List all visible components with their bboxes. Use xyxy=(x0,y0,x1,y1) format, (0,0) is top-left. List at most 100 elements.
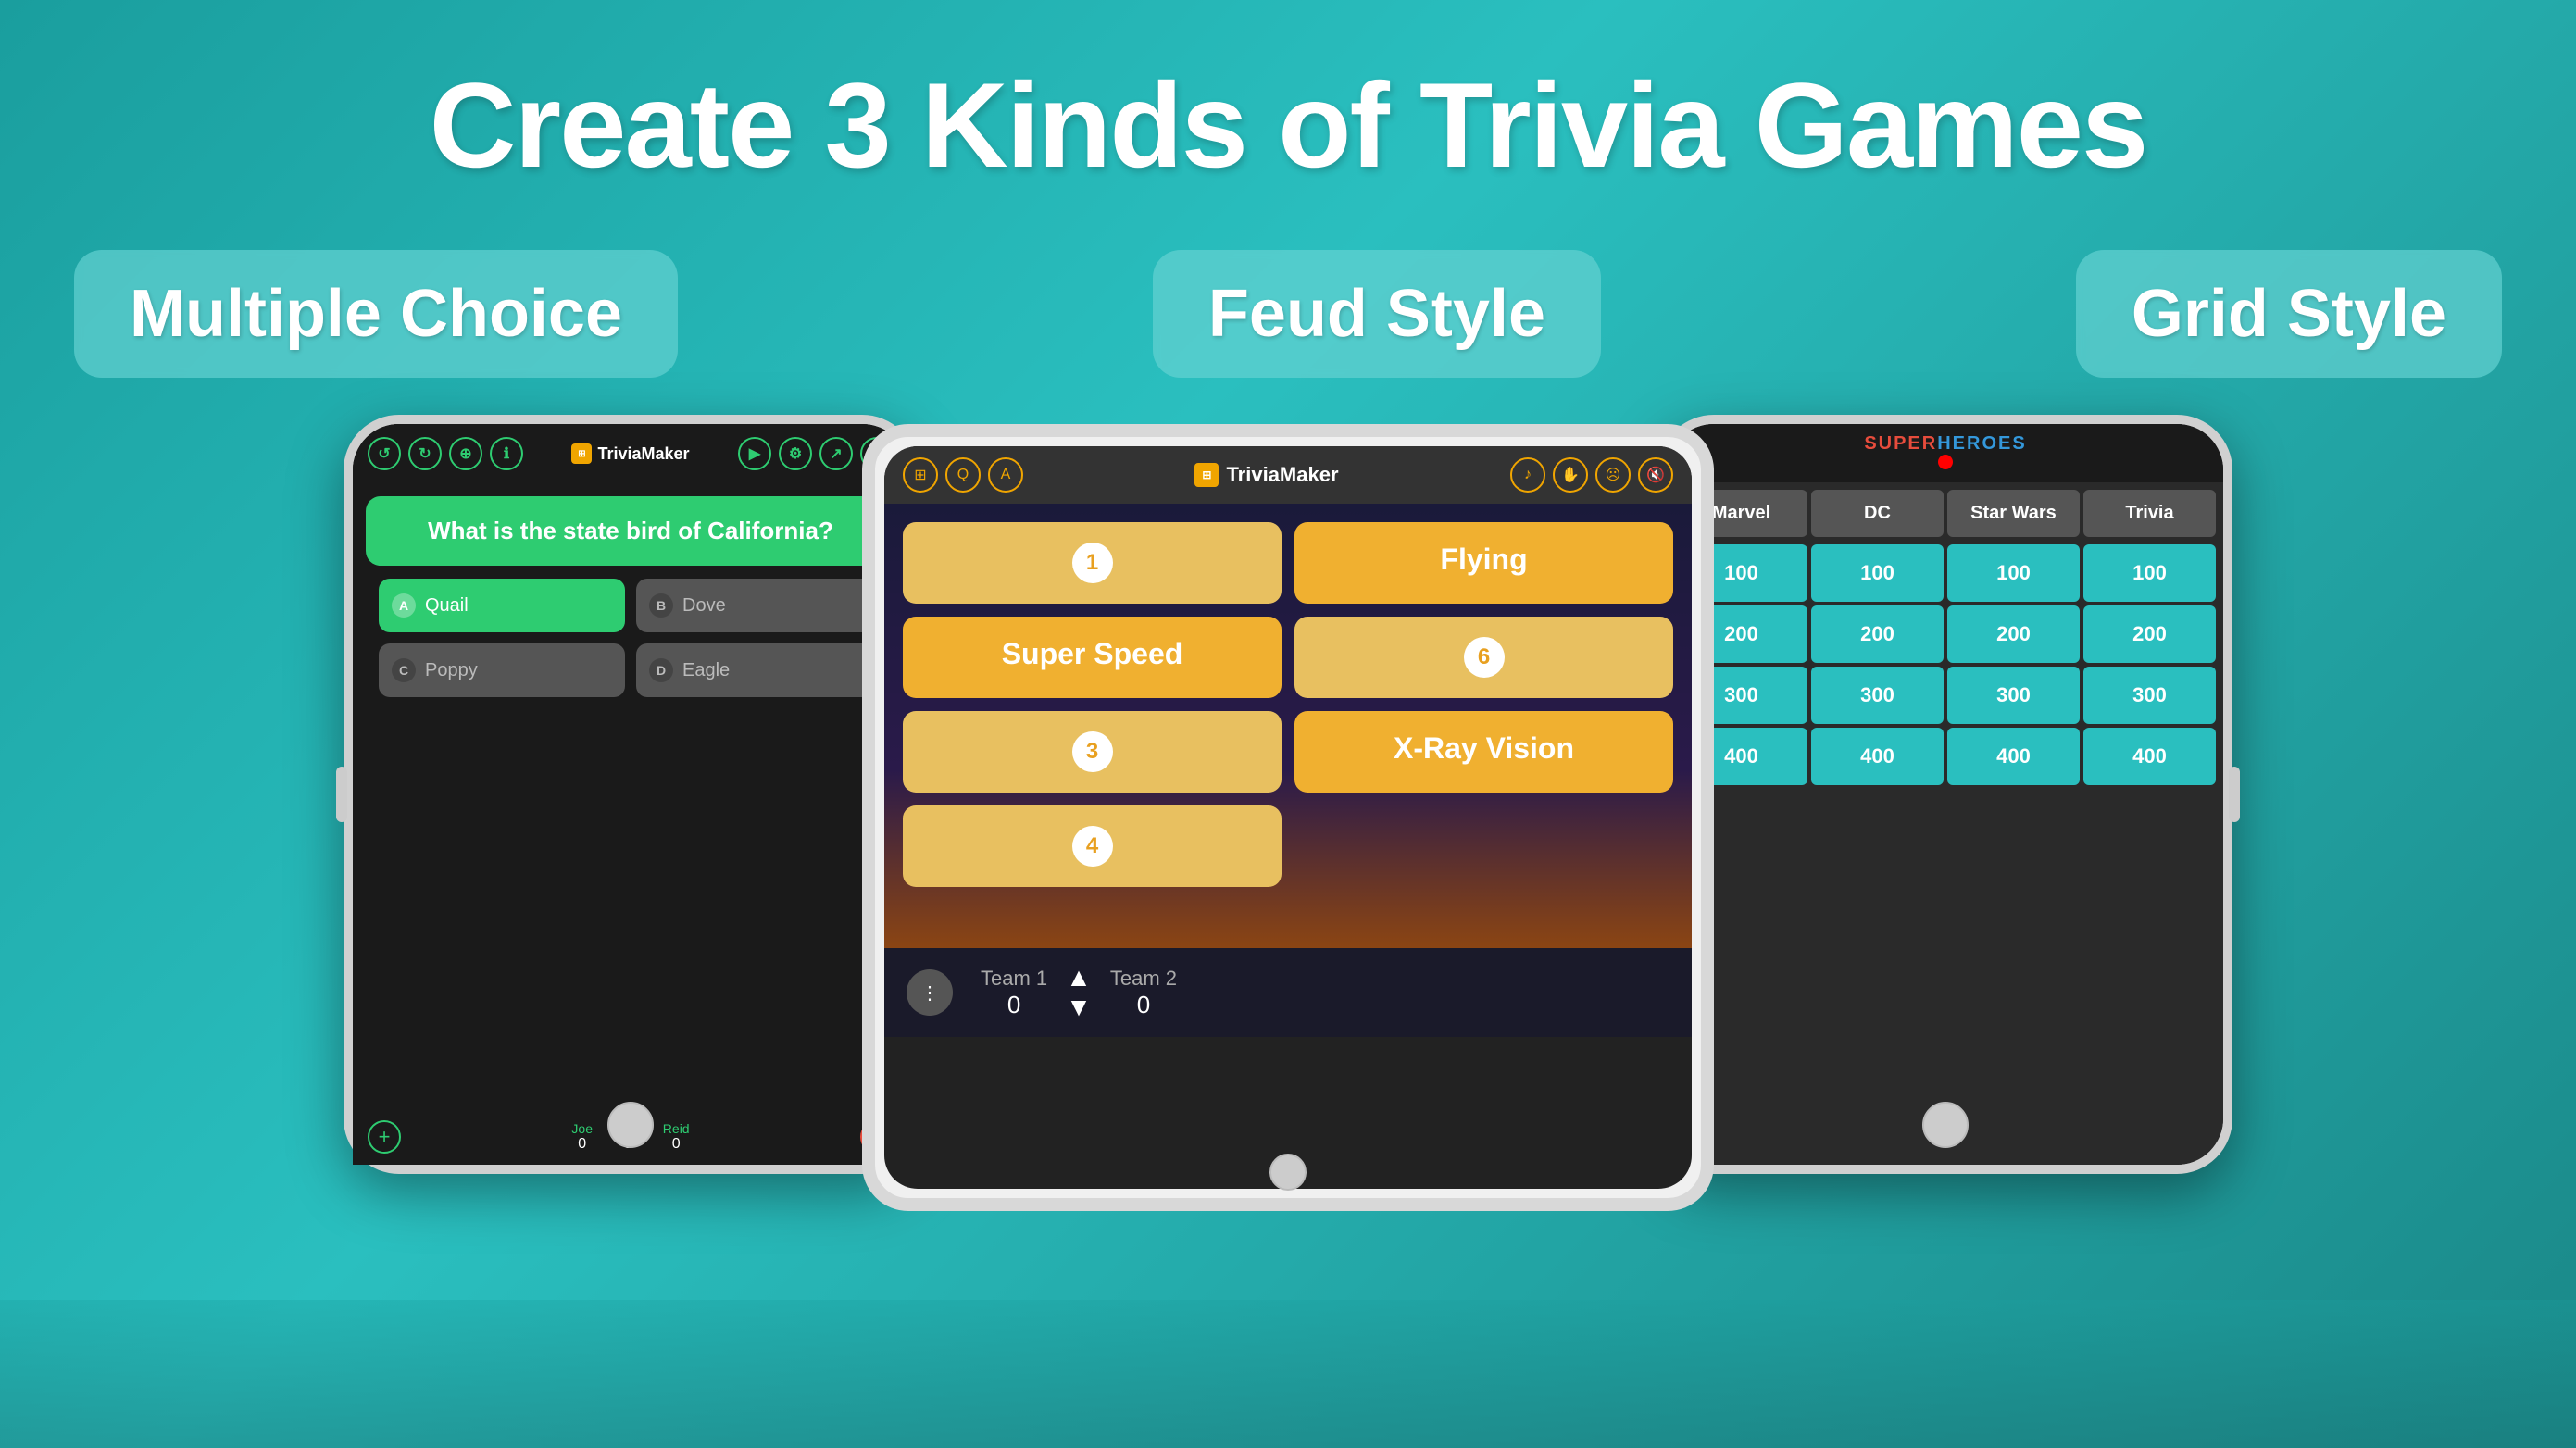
player-joe-score: 0 xyxy=(571,1136,593,1153)
logo-dot xyxy=(1938,455,1953,469)
feud-number-6: 6 xyxy=(1464,637,1505,678)
icon-wifi[interactable]: ⊕ xyxy=(449,437,482,470)
feud-score-block: Team 1 0 ▲▼ Team 2 0 xyxy=(981,963,1177,1022)
cell-2-2[interactable]: 200 xyxy=(1811,605,1944,663)
cell-1-3[interactable]: 100 xyxy=(1947,544,2080,602)
answer-a-letter: A xyxy=(392,593,416,618)
team2-score: 0 xyxy=(1110,991,1177,1019)
feud-cell-2-right[interactable]: 6 xyxy=(1294,617,1673,698)
feud-icon-grid[interactable]: ⊞ xyxy=(903,457,938,493)
grid-topbar: SUPERHEROES xyxy=(1668,424,2223,482)
feud-row-1: 1 Flying xyxy=(903,522,1673,604)
feud-cell-2-left[interactable]: Super Speed xyxy=(903,617,1282,698)
feud-answer-superspeed: Super Speed xyxy=(1002,637,1183,670)
team1-score: 0 xyxy=(981,991,1047,1019)
feud-cell-1-right[interactable]: Flying xyxy=(1294,522,1673,604)
logo-icon: ⊞ xyxy=(571,443,592,464)
team1-label: Team 1 xyxy=(981,967,1047,991)
answer-c-letter: C xyxy=(392,658,416,682)
feud-icons-right: ♪ ✋ ☹ 🔇 xyxy=(1510,457,1673,493)
reflection-overlay xyxy=(0,1300,2576,1448)
answer-c[interactable]: C Poppy xyxy=(379,643,625,697)
answer-a-text: Quail xyxy=(425,595,469,617)
grid-style-badge: Grid Style xyxy=(2076,250,2502,378)
player-reid-name: Reid xyxy=(663,1121,690,1136)
feud-icon-hand[interactable]: ✋ xyxy=(1553,457,1588,493)
left-phone-topbar: ↺ ↻ ⊕ ℹ ⊞ TriviaMaker ▶ ⚙ ↗ ✕ xyxy=(353,424,908,483)
feud-icon-music[interactable]: ♪ xyxy=(1510,457,1545,493)
feud-icons-left: ⊞ Q A xyxy=(903,457,1023,493)
feud-icon-sad[interactable]: ☹ xyxy=(1595,457,1631,493)
tablet-home-button[interactable] xyxy=(1269,1154,1307,1191)
cell-1-4[interactable]: 100 xyxy=(2083,544,2216,602)
feud-icon-mute[interactable]: 🔇 xyxy=(1638,457,1673,493)
cell-4-3[interactable]: 400 xyxy=(1947,728,2080,785)
feud-score-area: ⋮ Team 1 0 ▲▼ Team 2 0 xyxy=(884,948,1692,1037)
logo-red-text: SUPER xyxy=(1864,433,1937,454)
feud-cell-3-right[interactable]: X-Ray Vision xyxy=(1294,711,1673,793)
feud-number-3: 3 xyxy=(1072,731,1113,772)
player-reid: Reid 0 xyxy=(663,1121,690,1153)
feud-team1: Team 1 0 xyxy=(981,967,1047,1019)
cell-2-4[interactable]: 200 xyxy=(2083,605,2216,663)
grid-column-headers: Marvel DC Star Wars Trivia xyxy=(1675,490,2216,537)
icon-info[interactable]: ℹ xyxy=(490,437,523,470)
grid-row-2: 200 200 200 200 xyxy=(1675,605,2216,663)
cell-2-3[interactable]: 200 xyxy=(1947,605,2080,663)
cell-4-2[interactable]: 400 xyxy=(1811,728,1944,785)
right-phone-screen: SUPERHEROES Marvel DC Star Wars Trivia 1… xyxy=(1668,424,2223,1165)
icon-share[interactable]: ↗ xyxy=(819,437,853,470)
cell-3-2[interactable]: 300 xyxy=(1811,667,1944,724)
icon-redo[interactable]: ↻ xyxy=(408,437,442,470)
trivia-maker-logo-left: ⊞ TriviaMaker xyxy=(571,443,689,464)
grid-row-4: 400 400 400 400 xyxy=(1675,728,2216,785)
answer-c-text: Poppy xyxy=(425,660,478,681)
icon-play[interactable]: ▶ xyxy=(738,437,771,470)
answer-b-letter: B xyxy=(649,593,673,618)
volume-button xyxy=(336,767,347,822)
col-header-trivia: Trivia xyxy=(2083,490,2216,537)
feud-row-4: 4 xyxy=(903,805,1673,887)
cell-3-4[interactable]: 300 xyxy=(2083,667,2216,724)
col-header-starwars: Star Wars xyxy=(1947,490,2080,537)
grid-row-1: 100 100 100 100 xyxy=(1675,544,2216,602)
feud-game-area: 1 Flying Super Speed 6 xyxy=(884,504,1692,948)
feud-expand-icon[interactable]: ⋮ xyxy=(907,969,953,1016)
home-button-left[interactable] xyxy=(607,1102,654,1148)
answer-b-text: Dove xyxy=(682,595,726,617)
feud-row-3: 3 X-Ray Vision xyxy=(903,711,1673,793)
player-joe-name: Joe xyxy=(571,1121,593,1136)
add-score-button[interactable]: + xyxy=(368,1120,401,1154)
team2-label: Team 2 xyxy=(1110,967,1177,991)
logo-blue-text: HEROES xyxy=(1937,433,2026,454)
left-phone: ↺ ↻ ⊕ ℹ ⊞ TriviaMaker ▶ ⚙ ↗ ✕ What xyxy=(344,415,918,1174)
feud-cell-3-left[interactable]: 3 xyxy=(903,711,1282,793)
cell-1-2[interactable]: 100 xyxy=(1811,544,1944,602)
feud-icon-q[interactable]: Q xyxy=(945,457,981,493)
center-tablet: ⊞ Q A ⊞ TriviaMaker ♪ ✋ ☹ 🔇 xyxy=(862,424,1714,1211)
player-reid-score: 0 xyxy=(663,1136,690,1153)
answer-b[interactable]: B Dove xyxy=(636,579,882,632)
grid-row-3: 300 300 300 300 xyxy=(1675,667,2216,724)
feud-icon-a[interactable]: A xyxy=(988,457,1023,493)
icon-settings[interactable]: ⚙ xyxy=(779,437,812,470)
answer-d[interactable]: D Eagle xyxy=(636,643,882,697)
answer-grid: A Quail B Dove C Poppy D Eagle xyxy=(379,579,882,697)
answer-a[interactable]: A Quail xyxy=(379,579,625,632)
feud-cell-4-left[interactable]: 4 xyxy=(903,805,1282,887)
icon-undo[interactable]: ↺ xyxy=(368,437,401,470)
feud-cell-1-left[interactable]: 1 xyxy=(903,522,1282,604)
cell-4-4[interactable]: 400 xyxy=(2083,728,2216,785)
feud-arrows[interactable]: ▲▼ xyxy=(1066,963,1092,1022)
label-badges-row: Multiple Choice Feud Style Grid Style xyxy=(0,194,2576,378)
answer-d-letter: D xyxy=(649,658,673,682)
power-button-right xyxy=(2229,767,2240,822)
grid-game-logo: SUPERHEROES xyxy=(1864,433,2026,473)
left-topbar-icons: ↺ ↻ ⊕ ℹ xyxy=(368,437,523,470)
feud-team2: Team 2 0 xyxy=(1110,967,1177,1019)
cell-3-3[interactable]: 300 xyxy=(1947,667,2080,724)
left-phone-screen: ↺ ↻ ⊕ ℹ ⊞ TriviaMaker ▶ ⚙ ↗ ✕ What xyxy=(353,424,908,1165)
home-button-right[interactable] xyxy=(1922,1102,1969,1148)
tablet-screen: ⊞ Q A ⊞ TriviaMaker ♪ ✋ ☹ 🔇 xyxy=(884,446,1692,1189)
trivia-maker-logo-center: ⊞ TriviaMaker xyxy=(1194,463,1338,487)
